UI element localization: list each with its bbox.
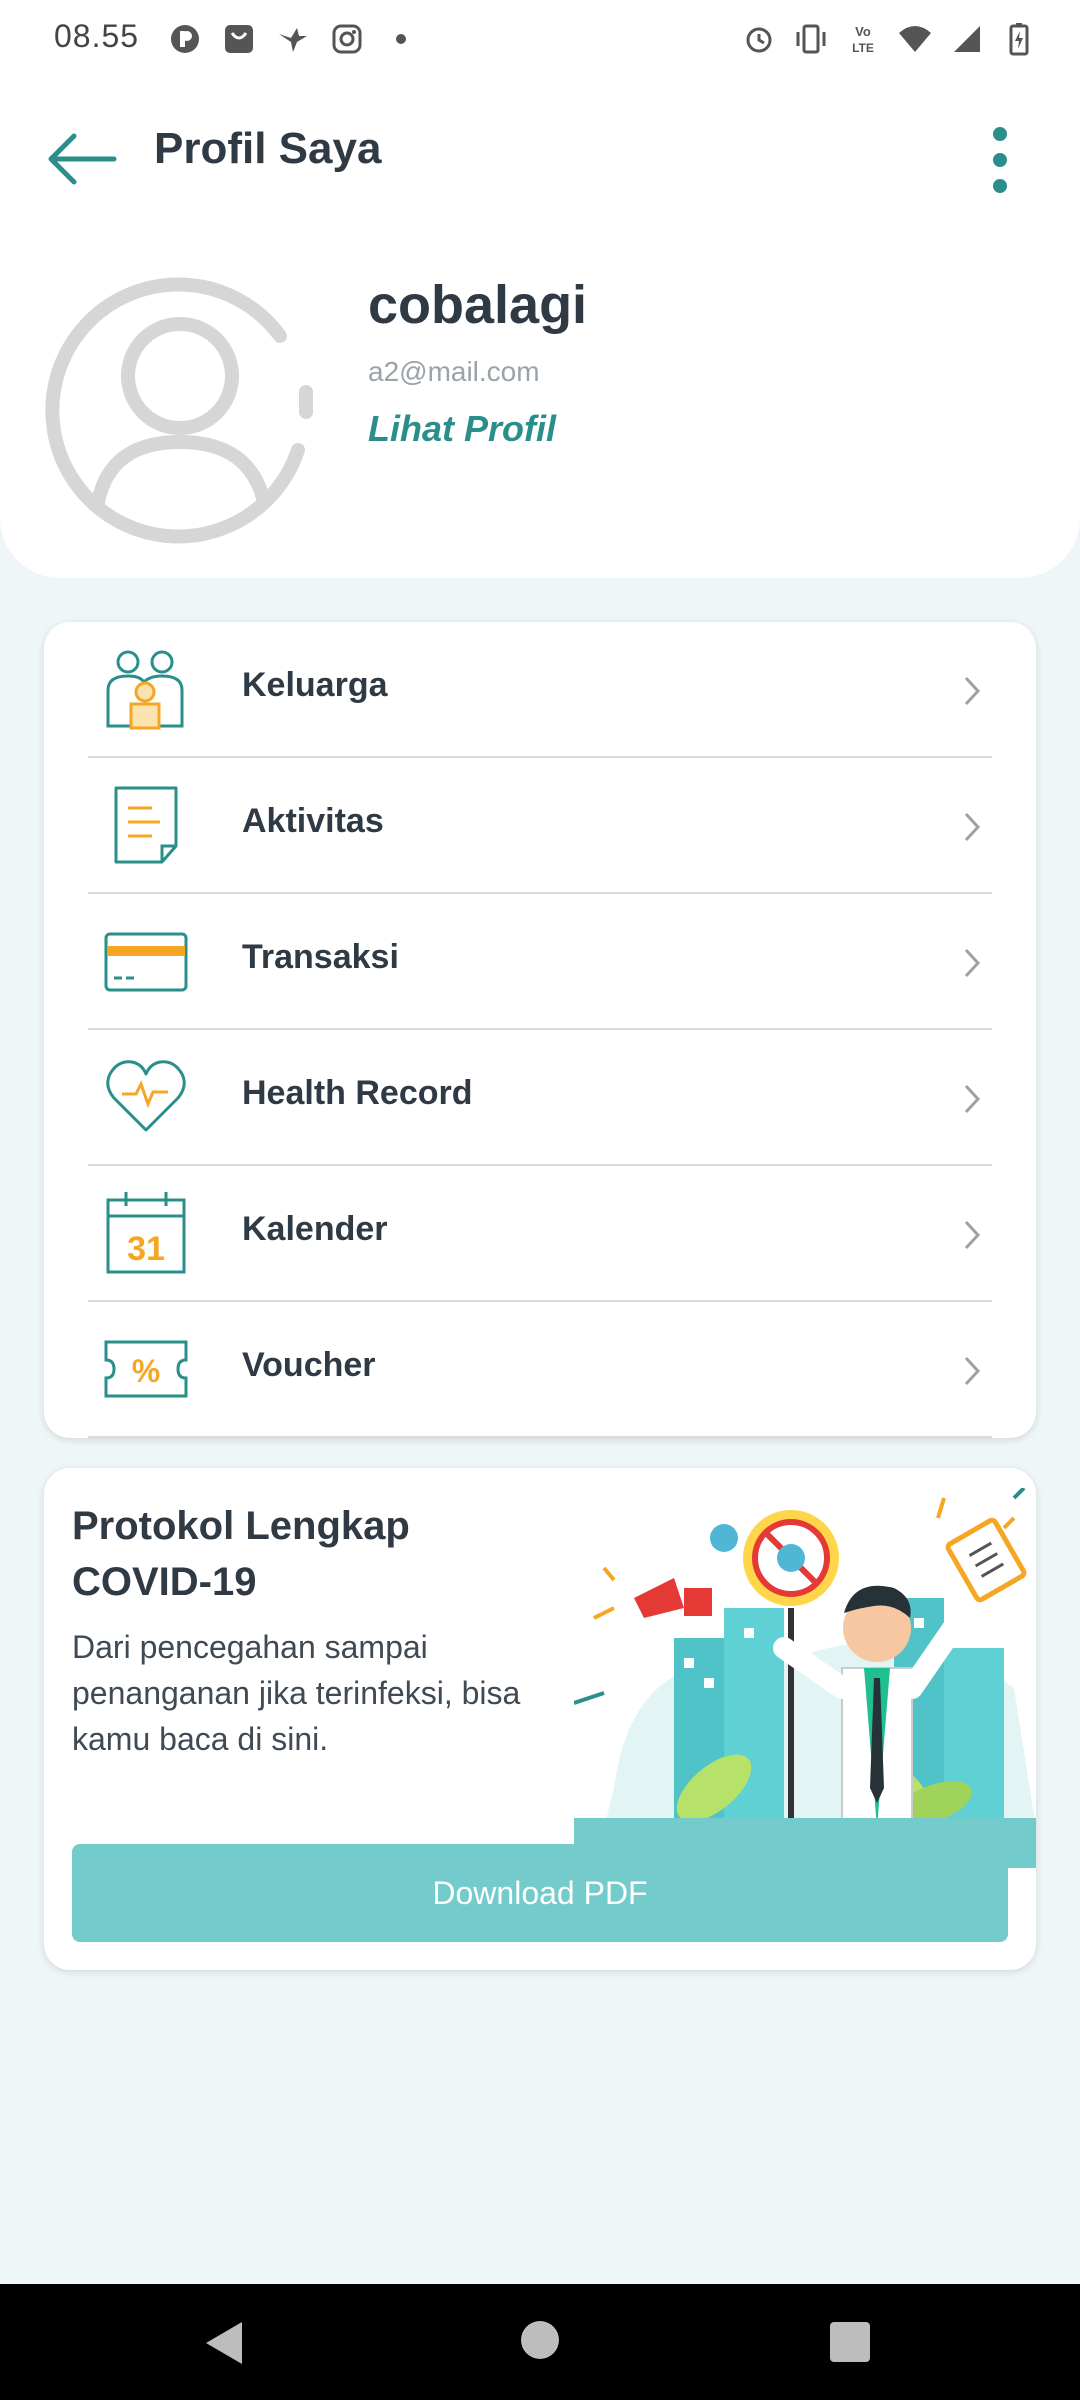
battery-charging-icon [1002, 22, 1036, 56]
nav-home-button[interactable] [520, 2320, 560, 2360]
chevron-right-icon [962, 1354, 984, 1388]
profile-header: Profil Saya cobalagi a2@mail.com Lihat P… [0, 80, 1080, 578]
signal-icon [950, 22, 984, 56]
instagram-icon [330, 22, 364, 56]
covid-card-title: Protokol Lengkap COVID-19 [72, 1504, 410, 1604]
bird-icon [276, 22, 310, 56]
chevron-right-icon [962, 946, 984, 980]
menu-item-health-record[interactable]: Health Record [88, 1030, 992, 1166]
chevron-right-icon [962, 1218, 984, 1252]
status-right-icons: Vo LTE [742, 22, 1036, 56]
avatar[interactable] [40, 272, 326, 558]
menu-item-aktivitas[interactable]: Aktivitas [88, 758, 992, 894]
page-title: Profil Saya [154, 124, 382, 173]
vibrate-icon [794, 22, 828, 56]
menu-item-voucher[interactable]: % Voucher [88, 1302, 992, 1438]
nav-back-button[interactable] [202, 2320, 246, 2366]
user-email: a2@mail.com [368, 356, 540, 387]
back-button[interactable] [44, 124, 120, 194]
svg-text:LTE: LTE [852, 41, 874, 55]
download-pdf-button[interactable]: Download PDF [72, 1844, 1008, 1942]
svg-text:Vo: Vo [855, 24, 871, 39]
square-recents-icon [830, 2322, 870, 2362]
status-bar: 08.55 Vo LTE [0, 0, 1080, 80]
more-options-button[interactable] [976, 122, 1024, 198]
menu-item-label: Voucher [242, 1346, 376, 1384]
user-avatar-icon [45, 277, 313, 544]
shopping-bag-icon [222, 22, 256, 56]
svg-text:31: 31 [127, 1230, 165, 1268]
view-profile-link[interactable]: Lihat Profil [368, 408, 556, 450]
menu-item-keluarga[interactable]: Keluarga [88, 622, 992, 758]
doctor-illustration-icon [573, 1486, 1036, 1868]
chevron-right-icon [962, 810, 984, 844]
status-left-icons [168, 22, 418, 56]
navigation-bar [0, 2284, 1080, 2400]
circle-home-icon [521, 2321, 559, 2359]
menu-item-label: Aktivitas [242, 802, 384, 840]
arrow-left-icon [48, 133, 117, 185]
voucher-icon: % [104, 1326, 188, 1412]
wifi-icon [898, 22, 932, 56]
covid-card-description: Dari pencegahan sampai penanganan jika t… [72, 1629, 521, 1757]
menu-item-label: Kalender [242, 1210, 388, 1248]
chevron-right-icon [962, 674, 984, 708]
calendar-icon: 31 [104, 1190, 188, 1276]
menu-item-label: Transaksi [242, 938, 399, 976]
chevron-right-icon [962, 1082, 984, 1116]
nav-recents-button[interactable] [828, 2320, 872, 2364]
credit-card-icon [104, 918, 188, 1004]
user-name: cobalagi [368, 275, 588, 335]
heart-pulse-icon [104, 1054, 188, 1140]
covid-protocol-card: Protokol Lengkap COVID-19 Dari pencegaha… [44, 1468, 1036, 1970]
menu-item-kalender[interactable]: 31 Kalender [88, 1166, 992, 1302]
volte-icon: Vo LTE [846, 22, 880, 56]
menu-item-label: Keluarga [242, 666, 388, 704]
menu-item-label: Health Record [242, 1074, 473, 1112]
svg-text:%: % [132, 1353, 160, 1389]
family-icon [104, 646, 188, 732]
status-time: 08.55 [54, 18, 140, 54]
menu-item-transaksi[interactable]: Transaksi [88, 894, 992, 1030]
activity-document-icon [104, 782, 188, 868]
dot-icon [384, 22, 418, 56]
divider [88, 1436, 992, 1438]
app-p-icon [168, 22, 202, 56]
profile-menu-card: Keluarga Aktivitas Transaksi Health Reco… [44, 622, 1036, 1438]
alarm-icon [742, 22, 776, 56]
more-vertical-icon [993, 127, 1007, 193]
triangle-back-icon [206, 2322, 242, 2364]
